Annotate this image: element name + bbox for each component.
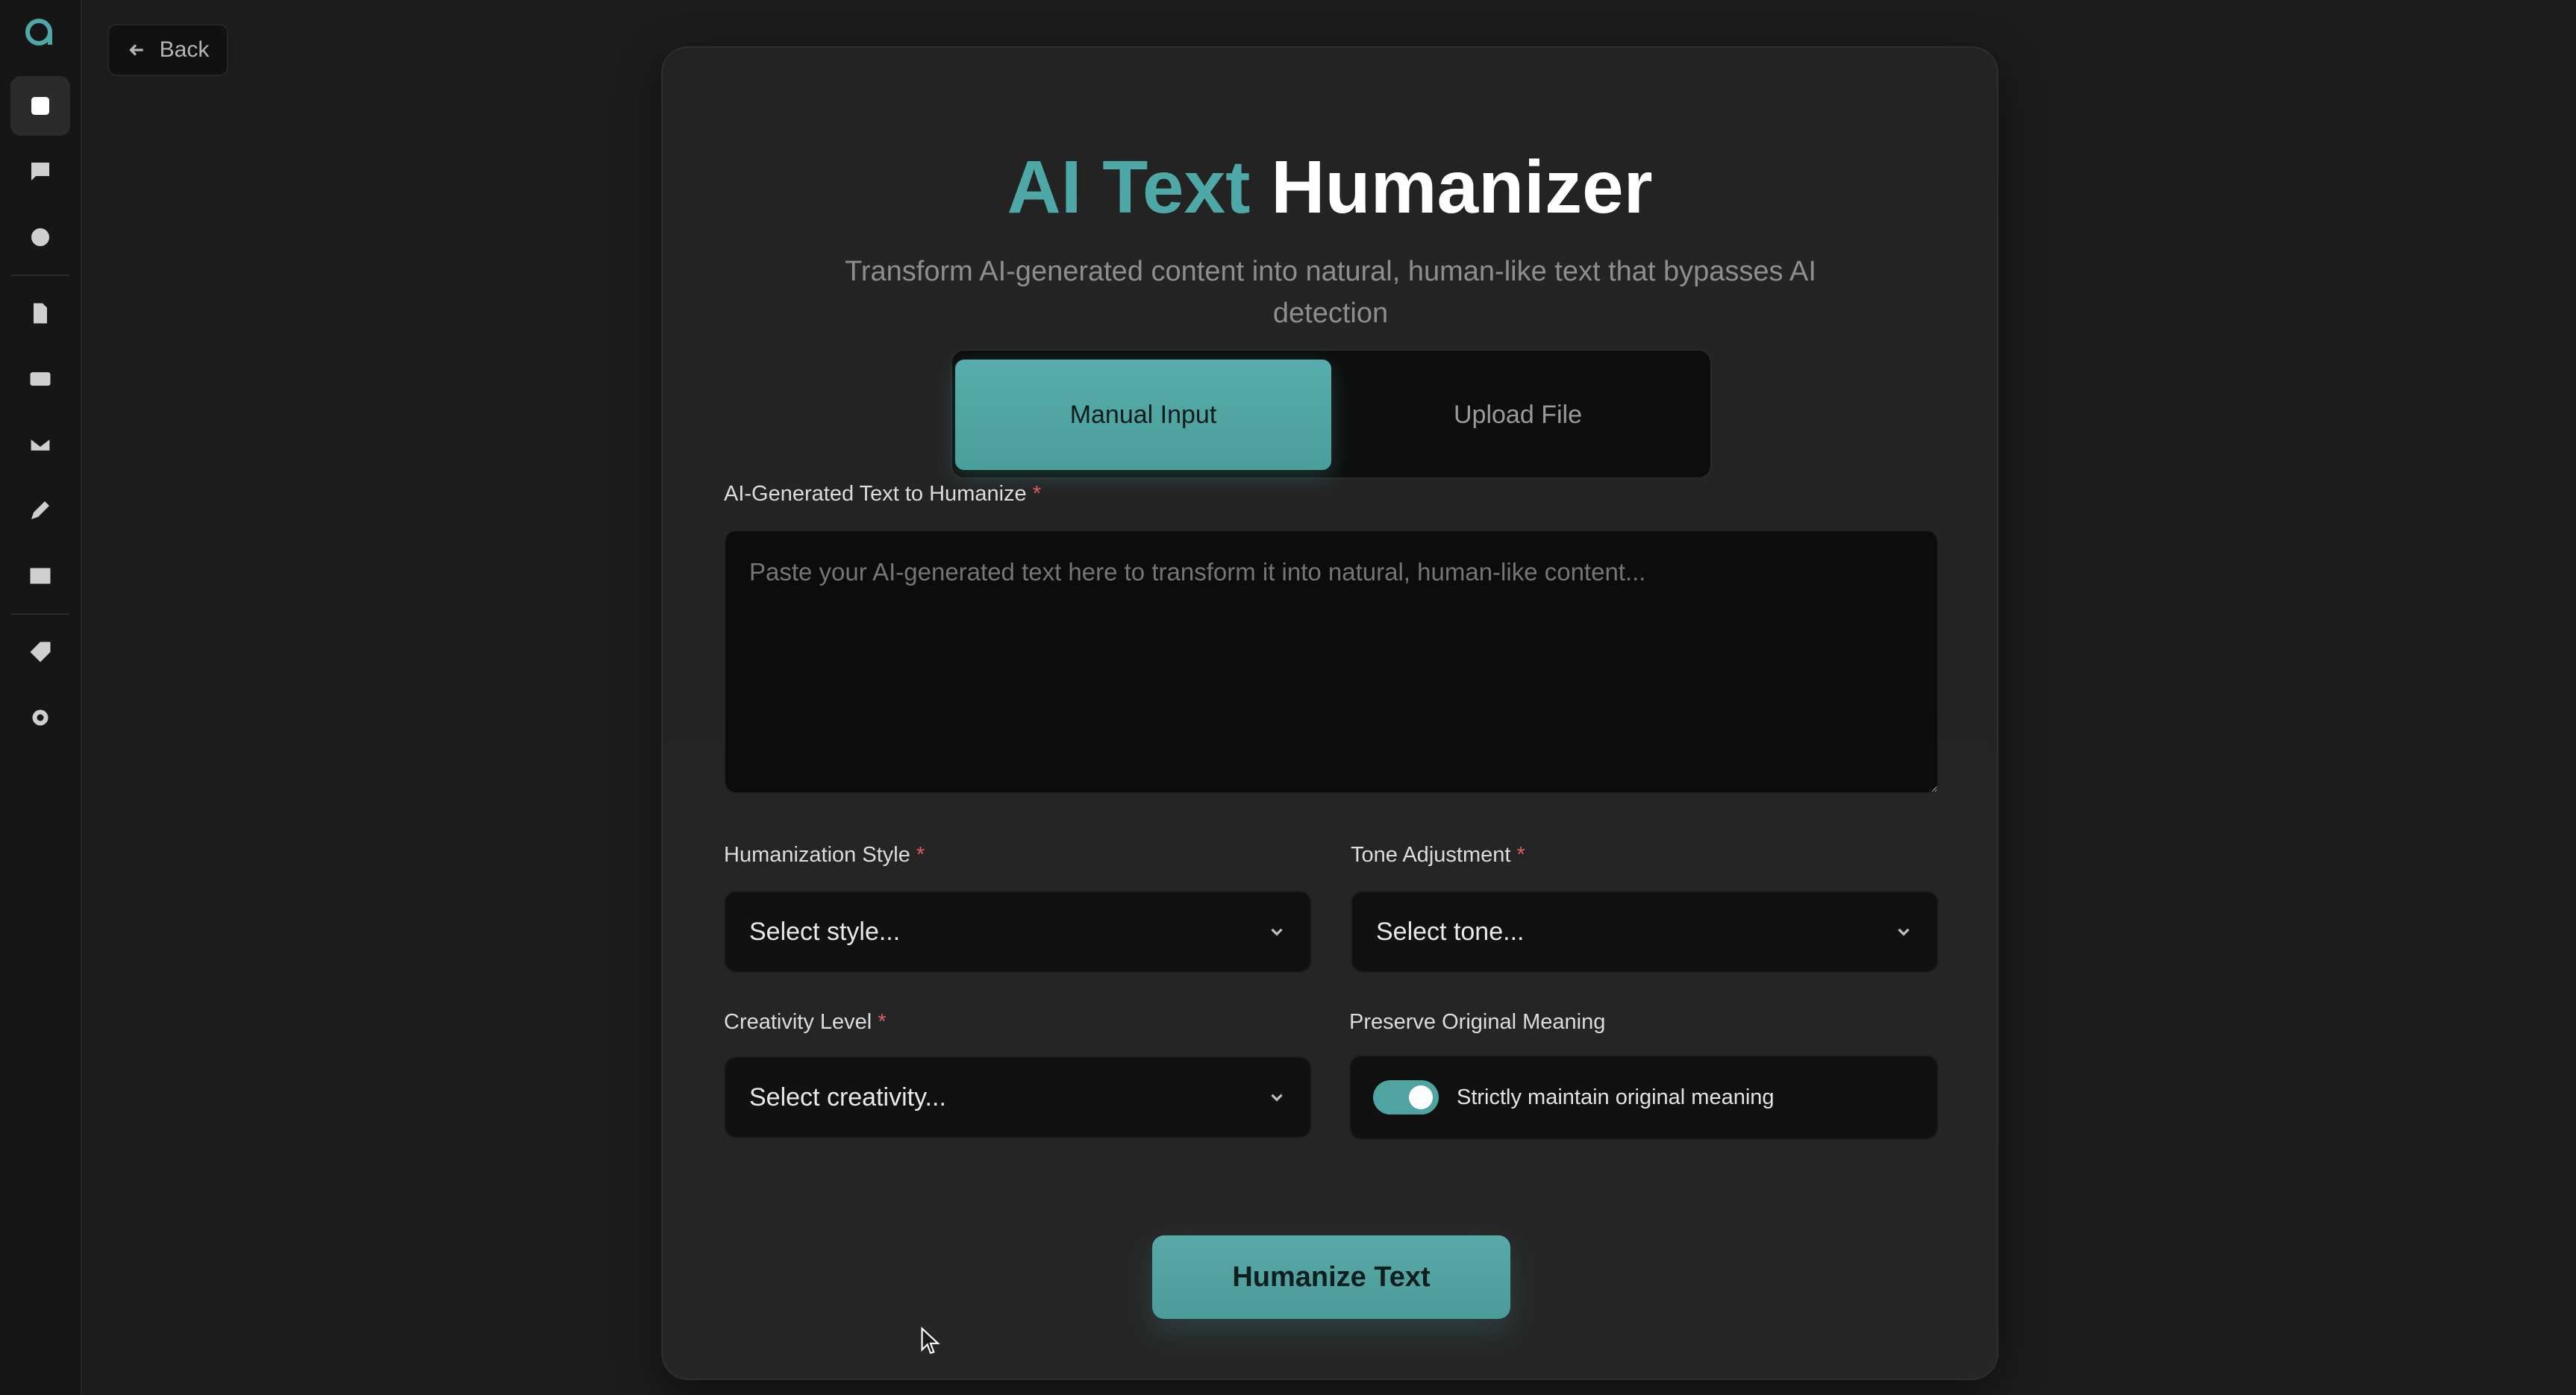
page-title: AI Text Humanizer bbox=[663, 145, 1997, 231]
arrow-left-icon bbox=[128, 44, 143, 56]
preserve-meaning-field: Strictly maintain original meaning bbox=[1349, 1055, 1939, 1140]
preserve-label: Preserve Original Meaning bbox=[1349, 1010, 1606, 1034]
humanizer-card: AI Text Humanizer Transform AI-generated… bbox=[661, 46, 1998, 1380]
sidebar-item-cards[interactable] bbox=[10, 349, 70, 409]
sidebar bbox=[0, 0, 82, 1395]
sidebar-item-dashboard[interactable] bbox=[10, 76, 70, 136]
tag-icon bbox=[30, 642, 51, 662]
ai-text-input[interactable] bbox=[724, 530, 1939, 794]
text-input-label: AI-Generated Text to Humanize * bbox=[724, 482, 1041, 507]
preserve-toggle-label: Strictly maintain original meaning bbox=[1457, 1085, 1775, 1109]
sidebar-item-settings[interactable] bbox=[10, 688, 70, 747]
sidebar-item-mail[interactable] bbox=[10, 415, 70, 474]
input-mode-tabs: Manual Input Upload File bbox=[951, 349, 1712, 479]
sidebar-item-tags[interactable] bbox=[10, 622, 70, 682]
creativity-label: Creativity Level * bbox=[724, 1010, 887, 1035]
sidebar-item-images[interactable] bbox=[10, 546, 70, 606]
style-label-text: Humanization Style bbox=[724, 843, 910, 867]
chevron-down-icon bbox=[1271, 1094, 1283, 1102]
app-logo-glyph bbox=[25, 19, 52, 46]
sidebar-item-write[interactable] bbox=[10, 480, 70, 540]
tone-select[interactable]: Select tone... bbox=[1351, 891, 1939, 973]
circle-icon bbox=[31, 228, 49, 246]
creativity-label-text: Creativity Level bbox=[724, 1010, 872, 1034]
tone-label-text: Tone Adjustment bbox=[1351, 843, 1511, 867]
required-mark: * bbox=[1516, 843, 1525, 867]
pencil-icon bbox=[31, 501, 49, 519]
sidebar-item-circle[interactable] bbox=[10, 207, 70, 267]
chat-icon bbox=[31, 163, 49, 181]
sidebar-item-documents[interactable] bbox=[10, 283, 70, 343]
creativity-select[interactable]: Select creativity... bbox=[724, 1056, 1312, 1138]
page-title-accent: AI Text bbox=[1007, 145, 1251, 229]
humanize-text-button[interactable]: Humanize Text bbox=[1152, 1235, 1510, 1319]
text-input-label-text: AI-Generated Text to Humanize bbox=[724, 482, 1027, 506]
style-label: Humanization Style * bbox=[724, 843, 925, 868]
settings-icon bbox=[32, 709, 49, 726]
image-icon bbox=[30, 568, 51, 584]
app-logo-icon[interactable] bbox=[22, 13, 59, 51]
page-title-main: Humanizer bbox=[1271, 145, 1653, 229]
required-mark: * bbox=[1032, 482, 1042, 506]
sidebar-item-chat[interactable] bbox=[10, 142, 70, 201]
back-button-label: Back bbox=[159, 37, 210, 62]
required-mark: * bbox=[916, 843, 925, 867]
toggle-knob bbox=[1409, 1085, 1433, 1109]
document-icon bbox=[34, 303, 47, 324]
mouse-cursor-icon bbox=[921, 1326, 940, 1355]
chevron-down-icon bbox=[1271, 928, 1283, 936]
page-subtitle: Transform AI-generated content into natu… bbox=[845, 256, 1816, 329]
chevron-down-icon bbox=[1898, 928, 1910, 936]
card-icon bbox=[30, 372, 51, 386]
sidebar-divider bbox=[11, 275, 69, 276]
grid-icon bbox=[31, 97, 49, 115]
tone-select-value: Select tone... bbox=[1376, 917, 1525, 946]
sidebar-divider-2 bbox=[11, 613, 69, 615]
creativity-select-value: Select creativity... bbox=[749, 1082, 946, 1112]
tone-label: Tone Adjustment * bbox=[1351, 843, 1525, 868]
back-button[interactable]: Back bbox=[107, 24, 228, 76]
preserve-meaning-toggle[interactable] bbox=[1373, 1080, 1439, 1115]
tab-upload-file[interactable]: Upload File bbox=[1331, 360, 1704, 470]
style-select-value: Select style... bbox=[749, 917, 901, 946]
mail-icon bbox=[29, 436, 51, 453]
style-select[interactable]: Select style... bbox=[724, 891, 1312, 973]
tab-manual-input[interactable]: Manual Input bbox=[955, 360, 1331, 470]
required-mark: * bbox=[878, 1010, 887, 1034]
